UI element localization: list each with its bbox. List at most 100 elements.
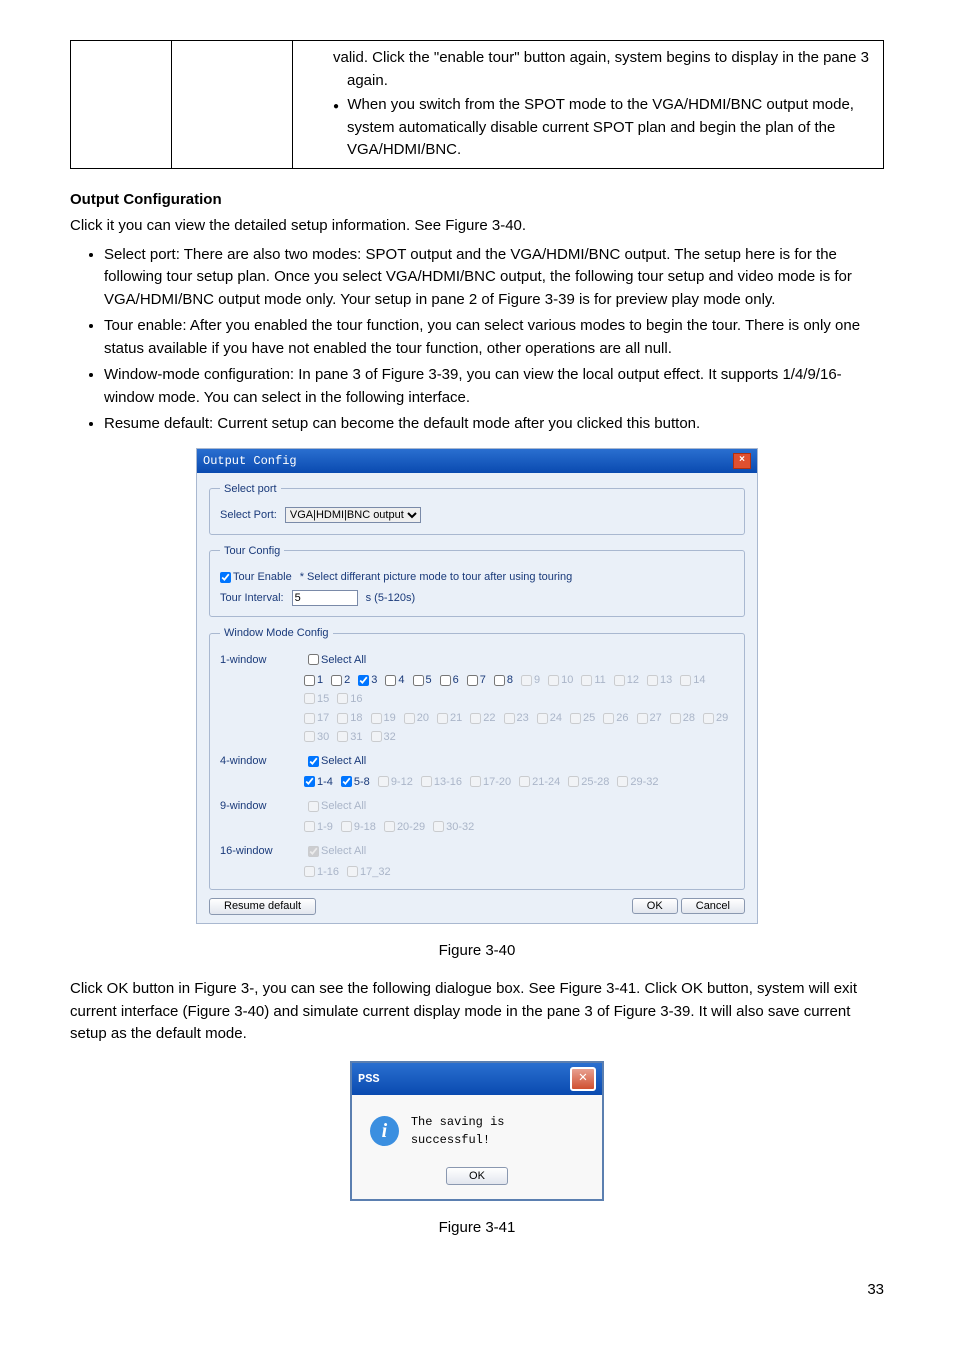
w1-cb-21: 21 <box>437 710 462 727</box>
tbl-col2 <box>172 41 293 169</box>
pss-ok-button[interactable]: OK <box>446 1167 508 1185</box>
resume-default-button[interactable]: Resume default <box>209 898 316 915</box>
w1-row1: 1 2 3 4 5 6 7 8 9 10 11 12 13 14 15 16 <box>304 672 734 707</box>
w4-selectall[interactable]: Select All <box>308 753 366 770</box>
w1-cb-17: 17 <box>304 710 329 727</box>
pss-message: The saving is successful! <box>411 1113 584 1149</box>
w4-cb-6: 21-24 <box>519 774 560 791</box>
w1-cb-4[interactable]: 4 <box>385 672 404 689</box>
tour-interval-label: Tour Interval: <box>220 590 284 607</box>
w16-cb-1: 1-16 <box>304 864 339 881</box>
w1-cb-20: 20 <box>404 710 429 727</box>
close-icon[interactable]: × <box>733 453 751 469</box>
w1-cb-12: 12 <box>614 672 639 689</box>
tour-interval-unit: s (5-120s) <box>366 590 416 607</box>
page-number: 33 <box>70 1279 884 1302</box>
w1-cb-24: 24 <box>537 710 562 727</box>
select-port-dropdown[interactable]: VGA|HDMI|BNC output <box>285 507 421 523</box>
ok-button[interactable]: OK <box>632 898 678 914</box>
bullet-2: Tour enable: After you enabled the tour … <box>104 315 884 360</box>
continuation-table: valid. Click the "enable tour" button ag… <box>70 40 884 169</box>
bullet-1: Select port: There are also two modes: S… <box>104 244 884 312</box>
w1-cb-16: 16 <box>337 691 362 708</box>
w4-cb-7: 25-28 <box>568 774 609 791</box>
w1-cb-7[interactable]: 7 <box>467 672 486 689</box>
w4-cb-4: 13-16 <box>421 774 462 791</box>
w4-cb-3: 9-12 <box>378 774 413 791</box>
window-mode-legend: Window Mode Config <box>220 625 333 642</box>
w1-cb-15: 15 <box>304 691 329 708</box>
select-port-fieldset: Select port Select Port: VGA|HDMI|BNC ou… <box>209 481 745 535</box>
w1-cb-8[interactable]: 8 <box>494 672 513 689</box>
w1-cb-19: 19 <box>371 710 396 727</box>
w1-cb-26: 26 <box>603 710 628 727</box>
bullet-4: Resume default: Current setup can become… <box>104 413 884 436</box>
figure-caption-1: Figure 3-40 <box>70 940 884 963</box>
intro-text: Click it you can view the detailed setup… <box>70 215 884 238</box>
w16-row: 1-16 17_32 <box>304 864 734 881</box>
w9-label: 9-window <box>220 798 300 815</box>
window-mode-fieldset: Window Mode Config 1-window Select All 1… <box>209 625 745 890</box>
figure-caption-2: Figure 3-41 <box>70 1217 884 1240</box>
info-icon: i <box>370 1116 399 1146</box>
tbl-col1 <box>71 41 172 169</box>
w4-cb-2[interactable]: 5-8 <box>341 774 370 791</box>
w1-cb-22: 22 <box>470 710 495 727</box>
w16-label: 16-window <box>220 843 300 860</box>
tour-interval-input[interactable] <box>292 590 358 606</box>
w9-row: 1-9 9-18 20-29 30-32 <box>304 819 734 836</box>
w1-cb-10: 10 <box>548 672 573 689</box>
w9-cb-2: 9-18 <box>341 819 376 836</box>
w1-cb-31: 31 <box>337 729 362 746</box>
w1-cb-2[interactable]: 2 <box>331 672 350 689</box>
output-config-dialog: Output Config × Select port Select Port:… <box>196 448 758 924</box>
pss-title: PSS <box>358 1070 380 1088</box>
w4-cb-8: 29-32 <box>617 774 658 791</box>
w1-label: 1-window <box>220 652 300 669</box>
w9-cb-3: 20-29 <box>384 819 425 836</box>
tour-enable-note: * Select differant picture mode to tour … <box>300 569 573 586</box>
tbl-line-2: ● When you switch from the SPOT mode to … <box>333 94 873 162</box>
w1-cb-32: 32 <box>371 729 396 746</box>
w1-cb-6[interactable]: 6 <box>440 672 459 689</box>
w1-cb-1[interactable]: 1 <box>304 672 323 689</box>
w9-selectall: Select All <box>308 798 366 815</box>
cancel-button[interactable]: Cancel <box>681 898 745 914</box>
w1-cb-18: 18 <box>337 710 362 727</box>
w1-cb-9: 9 <box>521 672 540 689</box>
w1-cb-14: 14 <box>680 672 705 689</box>
dialog-title: Output Config <box>203 452 297 470</box>
w4-label: 4-window <box>220 753 300 770</box>
w1-cb-23: 23 <box>504 710 529 727</box>
tour-config-fieldset: Tour Config Tour Enable * Select differa… <box>209 543 745 618</box>
w16-cb-2: 17_32 <box>347 864 391 881</box>
w1-cb-25: 25 <box>570 710 595 727</box>
w1-cb-30: 30 <box>304 729 329 746</box>
section-heading: Output Configuration <box>70 189 884 212</box>
bullet-list: Select port: There are also two modes: S… <box>70 244 884 436</box>
w4-cb-1[interactable]: 1-4 <box>304 774 333 791</box>
tour-config-legend: Tour Config <box>220 543 284 560</box>
w1-cb-29: 29 <box>703 710 728 727</box>
tour-enable-checkbox[interactable]: Tour Enable <box>220 569 292 586</box>
dialog-titlebar: Output Config × <box>197 449 757 473</box>
w4-row: 1-4 5-8 9-12 13-16 17-20 21-24 25-28 29-… <box>304 774 734 791</box>
tbl-line-1: valid. Click the "enable tour" button ag… <box>333 47 873 92</box>
w16-selectall: Select All <box>308 843 366 860</box>
bullet-3: Window-mode configuration: In pane 3 of … <box>104 364 884 409</box>
w1-cb-3[interactable]: 3 <box>358 672 377 689</box>
select-port-label: Select Port: <box>220 507 277 524</box>
select-port-legend: Select port <box>220 481 281 498</box>
w1-cb-28: 28 <box>670 710 695 727</box>
w1-cb-11: 11 <box>581 672 605 689</box>
close-icon[interactable]: ✕ <box>570 1067 596 1091</box>
pss-messagebox: PSS ✕ i The saving is successful! OK <box>350 1061 604 1201</box>
w1-cb-5[interactable]: 5 <box>413 672 432 689</box>
w1-row2: 17 18 19 20 21 22 23 24 25 26 27 28 29 3… <box>304 710 734 745</box>
w1-cb-13: 13 <box>647 672 672 689</box>
w9-cb-1: 1-9 <box>304 819 333 836</box>
paragraph-2: Click OK button in Figure 3-, you can se… <box>70 978 884 1046</box>
w4-cb-5: 17-20 <box>470 774 511 791</box>
w9-cb-4: 30-32 <box>433 819 474 836</box>
w1-selectall[interactable]: Select All <box>308 652 366 669</box>
